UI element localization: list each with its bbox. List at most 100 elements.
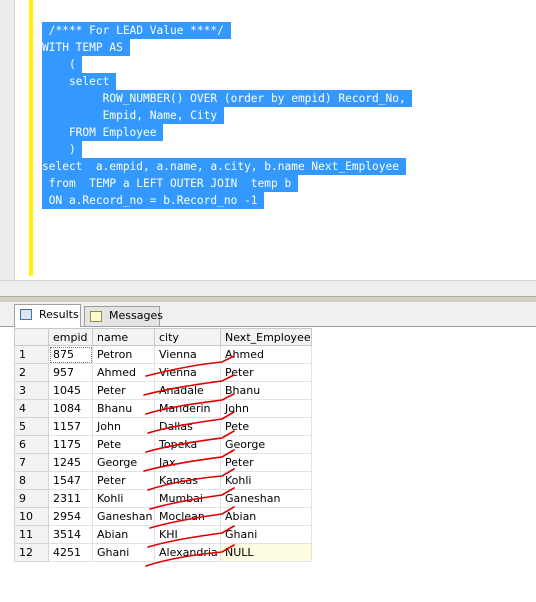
code-line-9[interactable]: select a.empid, a.name, a.city, b.name N…	[42, 158, 406, 175]
cell-name[interactable]: George	[92, 453, 155, 472]
cell-city[interactable]: KHI	[154, 525, 221, 544]
cell-city[interactable]: Anadale	[154, 381, 221, 400]
cell-empid[interactable]: 1045	[48, 381, 93, 400]
cell-next-employee[interactable]: Bhanu	[220, 381, 312, 400]
tab-results[interactable]: Results	[14, 304, 81, 327]
grid-icon	[20, 309, 32, 320]
table-row[interactable]: 11 3514 Abian KHI Ghani	[14, 525, 312, 544]
cell-name[interactable]: Ghani	[92, 543, 155, 562]
cell-name[interactable]: Pete	[92, 435, 155, 454]
change-tracking-bar	[29, 0, 33, 276]
cell-empid[interactable]: 2311	[48, 489, 93, 508]
code-line-7[interactable]: FROM Employee	[42, 124, 164, 141]
code-line-1[interactable]: /**** For LEAD Value ****/	[42, 22, 231, 39]
row-number[interactable]: 6	[14, 435, 49, 454]
query-editor[interactable]: /**** For LEAD Value ****/ WITH TEMP AS …	[0, 0, 536, 280]
table-row[interactable]: 3 1045 Peter Anadale Bhanu	[14, 381, 312, 400]
cell-empid[interactable]: 1245	[48, 453, 93, 472]
row-number[interactable]: 1	[14, 345, 49, 364]
cell-empid[interactable]: 1157	[48, 417, 93, 436]
column-header-empid[interactable]: empid	[48, 328, 93, 346]
table-row[interactable]: 12 4251 Ghani Alexandria NULL	[14, 543, 312, 562]
results-grid[interactable]: empid name city Next_Employee 1 875 Petr…	[14, 328, 312, 562]
cell-city[interactable]: Moclean	[154, 507, 221, 526]
editor-gutter	[0, 0, 15, 280]
row-number[interactable]: 5	[14, 417, 49, 436]
column-header-name[interactable]: name	[92, 328, 155, 346]
cell-empid[interactable]: 1175	[48, 435, 93, 454]
row-number[interactable]: 11	[14, 525, 49, 544]
code-line-4[interactable]: select	[42, 73, 117, 90]
tab-messages[interactable]: Messages	[84, 306, 163, 326]
code-line-10[interactable]: from TEMP a LEFT OUTER JOIN temp b	[42, 175, 298, 192]
cell-name[interactable]: Ganeshan	[92, 507, 155, 526]
cell-empid[interactable]: 1547	[48, 471, 93, 490]
cell-city[interactable]: Topeka	[154, 435, 221, 454]
cell-next-employee[interactable]: Abian	[220, 507, 312, 526]
row-number[interactable]: 4	[14, 399, 49, 418]
code-line-3[interactable]: (	[42, 56, 83, 73]
cell-empid[interactable]: 3514	[48, 525, 93, 544]
table-row[interactable]: 9 2311 Kohli Mumbai Ganeshan	[14, 489, 312, 508]
cell-empid[interactable]: 1084	[48, 399, 93, 418]
cell-next-employee[interactable]: Kohli	[220, 471, 312, 490]
cell-next-employee[interactable]: George	[220, 435, 312, 454]
cell-name[interactable]: Ahmed	[92, 363, 155, 382]
table-row[interactable]: 6 1175 Pete Topeka George	[14, 435, 312, 454]
cell-name[interactable]: John	[92, 417, 155, 436]
table-row[interactable]: 2 957 Ahmed Vienna Peter	[14, 363, 312, 382]
table-row[interactable]: 5 1157 John Dallas Pete	[14, 417, 312, 436]
grid-header-row: empid name city Next_Employee	[14, 328, 312, 346]
cell-name[interactable]: Kohli	[92, 489, 155, 508]
row-number[interactable]: 2	[14, 363, 49, 382]
row-number[interactable]: 10	[14, 507, 49, 526]
code-line-5[interactable]: ROW_NUMBER() OVER (order by empid) Recor…	[42, 90, 413, 107]
cell-next-employee[interactable]: Ghani	[220, 525, 312, 544]
cell-city[interactable]: Vienna	[154, 363, 221, 382]
cell-name[interactable]: Petron	[92, 345, 155, 364]
cell-next-employee[interactable]: Pete	[220, 417, 312, 436]
row-number[interactable]: 12	[14, 543, 49, 562]
code-line-6[interactable]: Empid, Name, City	[42, 107, 224, 124]
table-row[interactable]: 1 875 Petron Vienna Ahmed	[14, 345, 312, 364]
code-line-11[interactable]: ON a.Record_no = b.Record_no -1	[42, 192, 265, 209]
cell-city[interactable]: Vienna	[154, 345, 221, 364]
cell-next-employee[interactable]: Peter	[220, 363, 312, 382]
cell-city[interactable]: Jax	[154, 453, 221, 472]
column-header-next-employee[interactable]: Next_Employee	[220, 328, 312, 346]
cell-next-employee[interactable]: Ahmed	[220, 345, 312, 364]
cell-empid[interactable]: 2954	[48, 507, 93, 526]
table-row[interactable]: 4 1084 Bhanu Manderin John	[14, 399, 312, 418]
table-row[interactable]: 7 1245 George Jax Peter	[14, 453, 312, 472]
cell-next-employee[interactable]: John	[220, 399, 312, 418]
row-number-header[interactable]	[14, 328, 49, 346]
results-pane: Results Messages empid name city Next_Em…	[0, 302, 536, 602]
cell-name[interactable]: Bhanu	[92, 399, 155, 418]
row-number[interactable]: 9	[14, 489, 49, 508]
cell-city[interactable]: Manderin	[154, 399, 221, 418]
row-number[interactable]: 3	[14, 381, 49, 400]
cell-city[interactable]: Dallas	[154, 417, 221, 436]
cell-city[interactable]: Kansas	[154, 471, 221, 490]
cell-next-employee[interactable]: Peter	[220, 453, 312, 472]
editor-horizontal-scrollbar[interactable]	[0, 280, 536, 297]
cell-name[interactable]: Abian	[92, 525, 155, 544]
column-header-city[interactable]: city	[154, 328, 221, 346]
cell-city[interactable]: Alexandria	[154, 543, 221, 562]
cell-city[interactable]: Mumbai	[154, 489, 221, 508]
messages-icon	[90, 311, 102, 322]
row-number[interactable]: 7	[14, 453, 49, 472]
cell-next-employee[interactable]: Ganeshan	[220, 489, 312, 508]
code-line-2[interactable]: WITH TEMP AS	[42, 39, 130, 56]
code-line-8[interactable]: )	[42, 141, 83, 158]
cell-empid[interactable]: 875	[48, 345, 93, 364]
cell-name[interactable]: Peter	[92, 471, 155, 490]
cell-empid[interactable]: 957	[48, 363, 93, 382]
cell-name[interactable]: Peter	[92, 381, 155, 400]
cell-next-employee[interactable]: NULL	[220, 543, 312, 562]
table-row[interactable]: 8 1547 Peter Kansas Kohli	[14, 471, 312, 490]
row-number[interactable]: 8	[14, 471, 49, 490]
tab-results-label: Results	[39, 308, 79, 321]
table-row[interactable]: 10 2954 Ganeshan Moclean Abian	[14, 507, 312, 526]
cell-empid[interactable]: 4251	[48, 543, 93, 562]
